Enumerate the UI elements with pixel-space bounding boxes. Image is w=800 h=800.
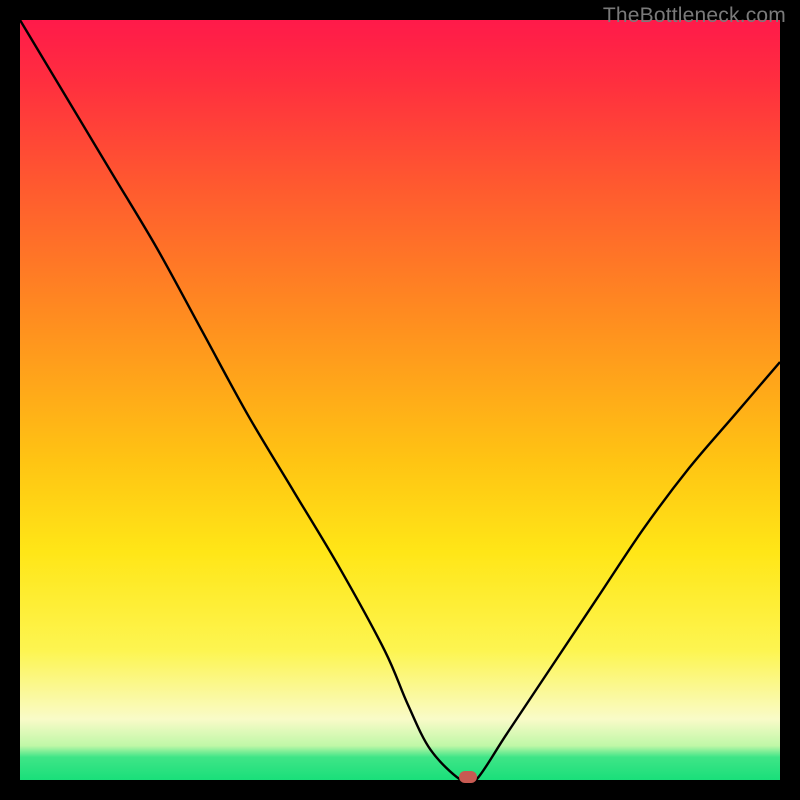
optimal-point-marker	[459, 771, 477, 783]
bottleneck-curve	[20, 20, 780, 780]
watermark-text: TheBottleneck.com	[603, 4, 786, 28]
chart-frame: TheBottleneck.com	[0, 0, 800, 800]
